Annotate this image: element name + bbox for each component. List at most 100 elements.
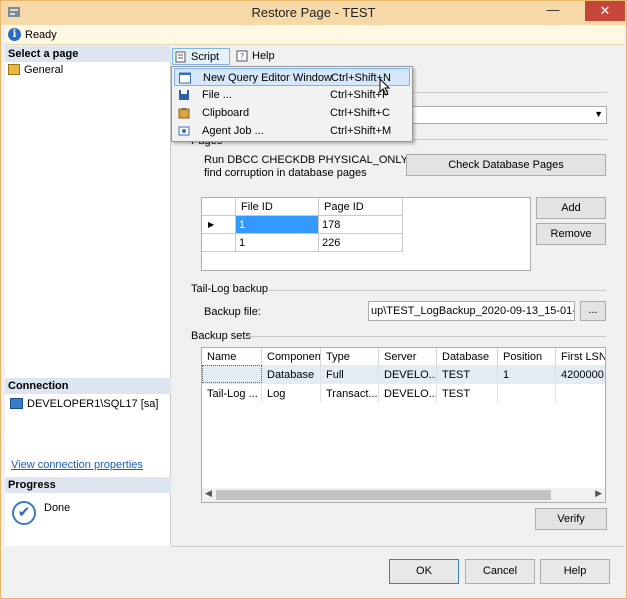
minimize-button[interactable]: — [542, 3, 564, 21]
pages-grid: File ID Page ID ▶ 1 178 1 226 [201, 197, 531, 271]
script-dropdown-menu: New Query Editor Window Ctrl+Shift+N Fil… [171, 66, 413, 142]
scroll-left-icon[interactable]: ◀ [205, 488, 212, 499]
menu-item-file[interactable]: File ... Ctrl+Shift+F [174, 86, 410, 104]
menu-item-label: New Query Editor Window [203, 72, 332, 84]
browse-button[interactable]: ... [580, 301, 606, 321]
table-cell[interactable]: 1 [236, 234, 319, 252]
window-title: Restore Page - TEST [251, 5, 376, 20]
info-icon: i [8, 28, 21, 41]
table-cell[interactable]: Full [321, 365, 379, 383]
row-header-corner [202, 198, 236, 216]
scrollbar-thumb[interactable] [216, 490, 551, 500]
save-file-icon [179, 90, 189, 100]
table-cell[interactable]: Log [262, 384, 321, 402]
check-database-pages-button[interactable]: Check Database Pages [406, 154, 606, 176]
progress-status: Done [44, 502, 71, 514]
horizontal-scrollbar[interactable]: ◀ ▶ [202, 488, 605, 502]
menu-item-new-query-editor-window[interactable]: New Query Editor Window Ctrl+Shift+N [174, 68, 410, 86]
mouse-cursor-icon [379, 78, 391, 96]
divider [411, 92, 607, 93]
table-cell[interactable]: DEVELO... [379, 365, 437, 383]
table-cell[interactable]: 1 [498, 365, 556, 383]
row-header [202, 234, 236, 252]
chevron-down-icon: ▼ [594, 109, 603, 119]
sidebar-item-label: General [24, 64, 64, 76]
tail-log-section-title: Tail-Log backup [191, 283, 269, 295]
help-icon: ? [236, 50, 248, 62]
agent-job-icon [178, 126, 190, 136]
select-page-header: Select a page [5, 46, 171, 62]
table-cell[interactable]: Database [262, 365, 321, 383]
remove-button[interactable]: Remove [536, 223, 606, 245]
help-label: Help [252, 50, 275, 62]
column-header[interactable]: Server [379, 348, 437, 365]
menu-item-agent-job[interactable]: Agent Job ... Ctrl+Shift+M [174, 122, 410, 140]
close-button[interactable]: ✕ [585, 1, 625, 21]
table-cell[interactable]: Transact... [321, 384, 379, 402]
table-cell[interactable]: TEST [437, 365, 498, 383]
dbcc-text-1: Run DBCC CHECKDB PHYSICAL_ONLY to [204, 154, 420, 166]
verify-button[interactable]: Verify [535, 508, 607, 530]
database-select[interactable]: ▼ [403, 106, 607, 124]
backup-file-label: Backup file: [204, 306, 261, 318]
done-check-icon: ✔ [12, 501, 36, 525]
server-icon [10, 398, 23, 409]
table-cell[interactable] [498, 384, 556, 402]
ok-button[interactable]: OK [389, 559, 459, 584]
clipboard-icon [178, 108, 190, 119]
script-button[interactable]: Script ▼ [172, 48, 230, 74]
cancel-button[interactable]: Cancel [465, 559, 535, 584]
column-header[interactable]: Component [262, 348, 321, 365]
menu-item-shortcut: Ctrl+Shift+M [330, 125, 392, 137]
column-header[interactable]: Page ID [319, 198, 403, 216]
menu-item-label: Clipboard [202, 107, 250, 119]
scroll-right-icon[interactable]: ▶ [595, 488, 602, 499]
script-icon [175, 51, 186, 63]
script-label: Script [191, 51, 220, 63]
divider [172, 546, 624, 547]
table-cell[interactable] [202, 365, 262, 383]
table-cell[interactable] [556, 384, 605, 402]
column-header[interactable]: Type [321, 348, 379, 365]
toolbar: Script ▼ ? Help [172, 46, 624, 74]
add-button[interactable]: Add [536, 197, 606, 219]
table-cell[interactable]: 1 [236, 216, 319, 234]
help-toolbar-button[interactable]: ? Help [234, 48, 278, 65]
column-header[interactable]: Database [437, 348, 498, 365]
column-header[interactable]: First LSN [556, 348, 605, 365]
view-connection-properties-link[interactable]: View connection properties [11, 459, 143, 471]
sidebar-item-general[interactable]: General [8, 64, 63, 76]
table-cell[interactable]: 178 [319, 216, 403, 234]
menu-item-clipboard[interactable]: Clipboard Ctrl+Shift+C [174, 104, 410, 122]
menu-item-label: Agent Job ... [202, 125, 264, 137]
table-cell[interactable]: TEST [437, 384, 498, 402]
divider [267, 290, 606, 291]
sidebar: Select a page General Connection DEVELOP… [5, 46, 171, 546]
backup-sets-section-title: Backup sets [191, 330, 251, 342]
menu-item-shortcut: Ctrl+Shift+C [330, 107, 390, 119]
connection-header: Connection [5, 378, 171, 394]
status-text: Ready [25, 29, 57, 41]
dbcc-text-2: find corruption in database pages [204, 167, 367, 179]
table-cell[interactable]: DEVELO... [379, 384, 437, 402]
column-header[interactable]: File ID [236, 198, 319, 216]
column-header[interactable]: Position [498, 348, 556, 365]
svg-text:?: ? [240, 52, 244, 61]
status-bar: i Ready [5, 25, 624, 45]
page-icon [8, 64, 20, 75]
current-row-arrow-icon: ▶ [202, 216, 236, 234]
menu-item-label: File ... [202, 89, 232, 101]
connection-item: DEVELOPER1\SQL17 [sa] [10, 398, 158, 410]
connection-value: DEVELOPER1\SQL17 [sa] [27, 398, 159, 410]
table-cell[interactable]: 226 [319, 234, 403, 252]
table-cell[interactable]: Tail-Log ... [202, 384, 262, 402]
query-window-icon [179, 72, 191, 84]
restore-page-window: Restore Page - TEST — ✕ i Ready Select a… [0, 0, 627, 599]
table-cell[interactable]: 4200000... [556, 365, 605, 383]
backup-file-input[interactable]: up\TEST_LogBackup_2020-09-13_15-01-32.ba… [368, 301, 575, 321]
backup-sets-grid: Name Component Type Server Database Posi… [201, 347, 606, 503]
help-button[interactable]: Help [540, 559, 610, 584]
divider [411, 139, 607, 140]
column-header[interactable]: Name [202, 348, 262, 365]
divider [248, 336, 606, 337]
